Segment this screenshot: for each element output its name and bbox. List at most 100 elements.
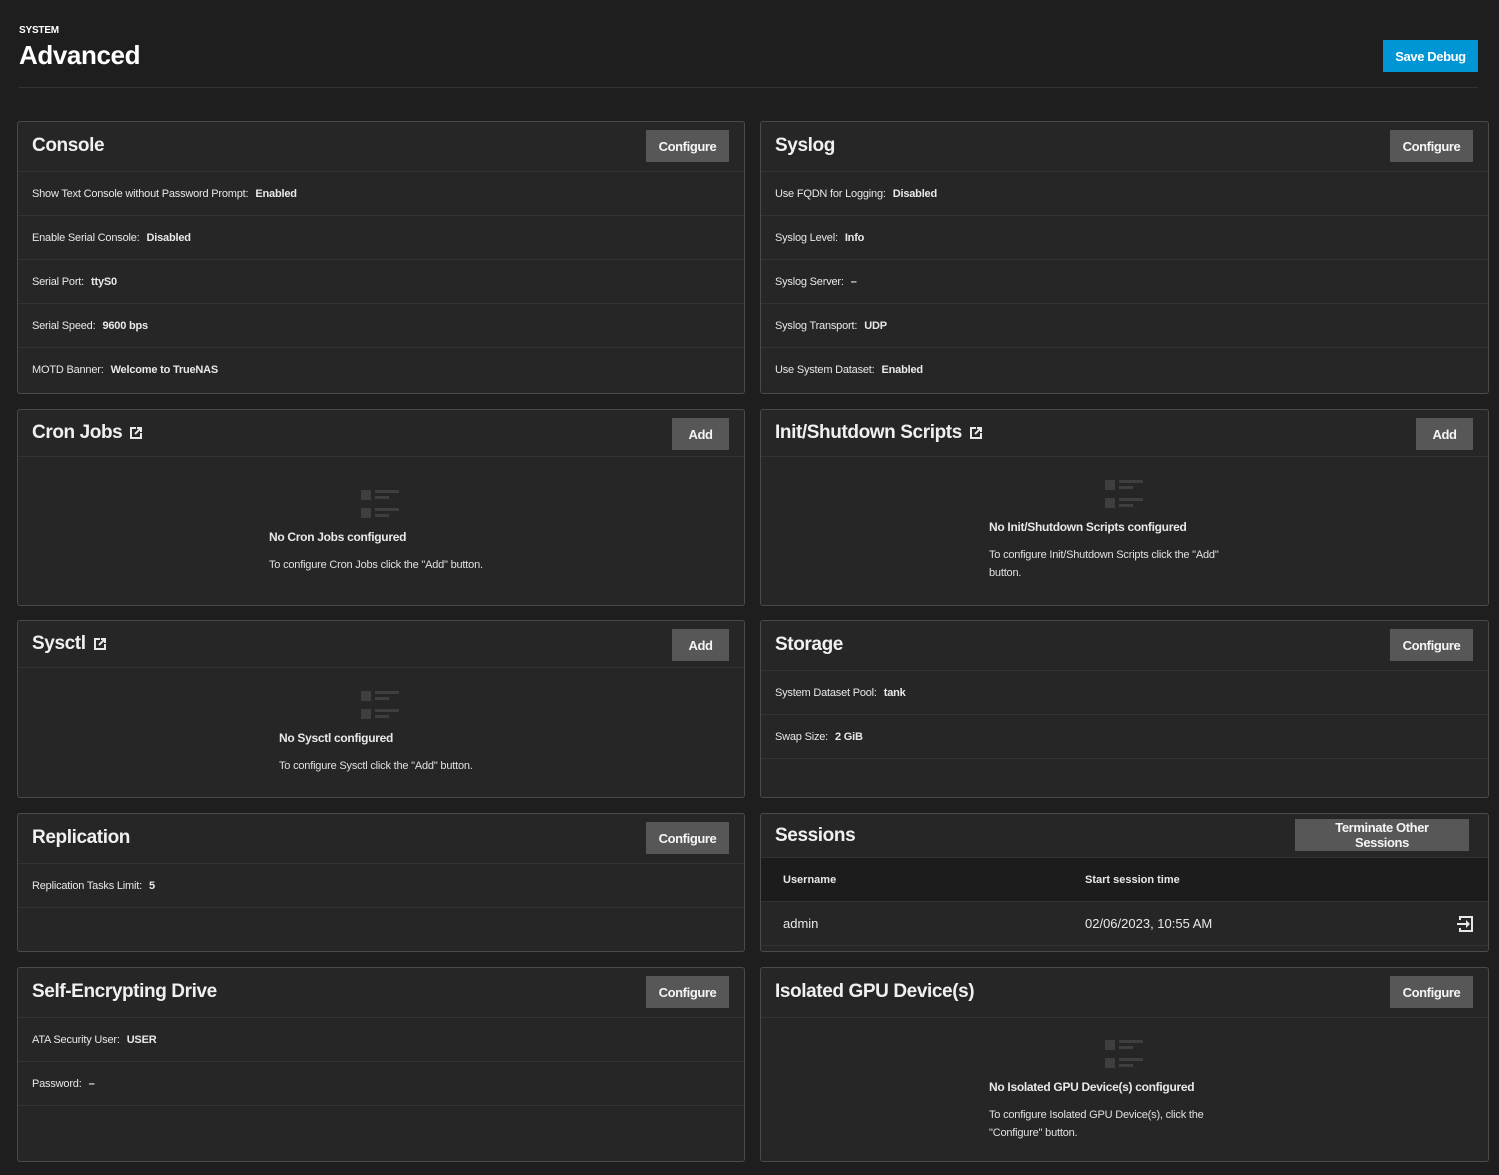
- card-title[interactable]: Sysctl: [32, 633, 108, 655]
- setting-row: System Dataset Pool: tank: [761, 671, 1488, 715]
- setting-label: Password:: [32, 1077, 82, 1090]
- table-row: admin 02/06/2023, 10:55 AM: [761, 902, 1488, 946]
- empty-title: No Sysctl configured: [279, 731, 394, 745]
- empty-message-line: To configure Isolated GPU Device(s), cli…: [989, 1109, 1204, 1121]
- setting-row: Use System Dataset: Enabled: [761, 348, 1488, 392]
- setting-row: Use FQDN for Logging: Disabled: [761, 172, 1488, 216]
- empty-list-icon: [1105, 480, 1145, 512]
- syslog-card: Syslog Configure Use FQDN for Logging: Di…: [760, 121, 1489, 394]
- empty-list-icon: [1105, 1040, 1145, 1072]
- terminate-other-sessions-button[interactable]: Terminate Other Sessions: [1295, 819, 1469, 851]
- init-shutdown-card: Init/Shutdown Scripts Add No Init/Shutdo…: [760, 409, 1489, 606]
- replication-card: Replication Configure Replication Tasks …: [17, 813, 745, 952]
- card-header: Console Configure: [18, 122, 744, 172]
- card-header: Replication Configure: [18, 814, 744, 864]
- console-card: Console Configure Show Text Console with…: [17, 121, 745, 394]
- card-header: Storage Configure: [761, 621, 1488, 671]
- card-header: Self-Encrypting Drive Configure: [18, 968, 744, 1018]
- setting-row: Serial Speed: 9600 bps: [18, 304, 744, 348]
- setting-label: Serial Speed:: [32, 319, 96, 332]
- empty-state: No Isolated GPU Device(s) configured To …: [761, 1040, 1488, 1142]
- cron-jobs-card: Cron Jobs Add No Cron Jobs configured To…: [17, 409, 745, 606]
- sysctl-card: Sysctl Add No Sysctl configured To confi…: [17, 620, 745, 798]
- sessions-table-header: Username Start session time: [761, 858, 1488, 902]
- card-header: Sysctl Add: [18, 621, 744, 668]
- card-header: Sessions Terminate Other Sessions: [761, 814, 1488, 858]
- empty-state: No Init/Shutdown Scripts configured To c…: [761, 480, 1488, 582]
- session-username: admin: [783, 916, 819, 931]
- gpu-configure-button[interactable]: Configure: [1390, 976, 1473, 1008]
- session-start-time: 02/06/2023, 10:55 AM: [1085, 916, 1213, 931]
- card-title: Syslog: [775, 135, 835, 156]
- empty-state: No Sysctl configured To configure Sysctl…: [18, 691, 744, 775]
- setting-label: MOTD Banner:: [32, 364, 104, 376]
- storage-card: Storage Configure System Dataset Pool: ta…: [760, 620, 1489, 798]
- setting-value: USER: [126, 1033, 157, 1046]
- setting-value: –: [850, 275, 857, 288]
- setting-label: Swap Size:: [775, 730, 829, 743]
- setting-row: Syslog Level: Info: [761, 216, 1488, 260]
- setting-value: UDP: [864, 319, 887, 332]
- setting-label: Syslog Transport:: [775, 319, 858, 332]
- setting-row: ATA Security User: USER: [18, 1018, 744, 1062]
- page-header: SYSTEM Advanced Save Debug: [19, 0, 1478, 88]
- setting-row: Replication Tasks Limit: 5: [18, 864, 744, 908]
- column-header-start-time[interactable]: Start session time: [1085, 874, 1180, 886]
- empty-message-line: "Configure" button.: [989, 1127, 1078, 1139]
- setting-label: Use System Dataset:: [775, 364, 875, 376]
- replication-configure-button[interactable]: Configure: [646, 822, 729, 854]
- setting-label: Serial Port:: [32, 275, 85, 288]
- setting-value: –: [88, 1077, 95, 1090]
- empty-message: To configure Sysctl click the "Add" butt…: [279, 760, 473, 772]
- setting-row: Password: –: [18, 1062, 744, 1106]
- setting-value: 5: [148, 879, 155, 892]
- setting-label: Syslog Level:: [775, 231, 838, 244]
- page-title: Advanced: [19, 40, 141, 70]
- setting-value: Enabled: [255, 187, 297, 200]
- breadcrumb: SYSTEM: [19, 25, 59, 36]
- empty-message-line: To configure Init/Shutdown Scripts click…: [989, 549, 1219, 561]
- setting-value: Info: [844, 231, 865, 244]
- card-header: Isolated GPU Device(s) Configure: [761, 968, 1488, 1018]
- self-encrypting-drive-card: Self-Encrypting Drive Configure ATA Secu…: [17, 967, 745, 1162]
- setting-label: Use FQDN for Logging:: [775, 187, 886, 200]
- card-title[interactable]: Cron Jobs: [32, 422, 144, 444]
- console-configure-button[interactable]: Configure: [646, 130, 729, 162]
- setting-label: Replication Tasks Limit:: [32, 879, 142, 892]
- syslog-configure-button[interactable]: Configure: [1390, 130, 1473, 162]
- open-in-new-icon[interactable]: [968, 425, 984, 441]
- card-title: Self-Encrypting Drive: [32, 981, 217, 1002]
- card-header: Syslog Configure: [761, 122, 1488, 172]
- logout-icon[interactable]: [1456, 914, 1476, 934]
- init-shutdown-add-button[interactable]: Add: [1416, 418, 1473, 450]
- setting-value: 2 GiB: [835, 730, 863, 743]
- sed-configure-button[interactable]: Configure: [646, 976, 729, 1008]
- empty-state: No Cron Jobs configured To configure Cro…: [18, 490, 744, 574]
- empty-list-icon: [361, 691, 401, 723]
- card-header: Cron Jobs Add: [18, 410, 744, 457]
- setting-row: Syslog Server: –: [761, 260, 1488, 304]
- setting-row: MOTD Banner: Welcome to TrueNAS: [18, 348, 744, 392]
- open-in-new-icon[interactable]: [128, 425, 144, 441]
- card-title: Storage: [775, 634, 843, 655]
- empty-title: No Cron Jobs configured: [269, 530, 407, 544]
- setting-label: ATA Security User:: [32, 1033, 120, 1046]
- storage-configure-button[interactable]: Configure: [1390, 629, 1473, 661]
- setting-row: Serial Port: ttyS0: [18, 260, 744, 304]
- column-header-username[interactable]: Username: [783, 874, 836, 886]
- cron-jobs-add-button[interactable]: Add: [672, 418, 729, 450]
- card-title: Console: [32, 135, 105, 156]
- open-in-new-icon[interactable]: [92, 636, 108, 652]
- card-title-text: Sysctl: [32, 633, 86, 654]
- setting-row: Swap Size: 2 GiB: [761, 715, 1488, 759]
- setting-value: 9600 bps: [102, 319, 148, 332]
- setting-value: Disabled: [146, 231, 191, 244]
- save-debug-button[interactable]: Save Debug: [1383, 40, 1478, 72]
- setting-row: Syslog Transport: UDP: [761, 304, 1488, 348]
- empty-message: To configure Isolated GPU Device(s), cli…: [989, 1106, 1204, 1142]
- sysctl-add-button[interactable]: Add: [672, 629, 729, 661]
- setting-value: ttyS0: [91, 275, 117, 288]
- card-title[interactable]: Init/Shutdown Scripts: [775, 422, 984, 444]
- empty-message: To configure Cron Jobs click the "Add" b…: [269, 559, 483, 571]
- empty-message-line: button.: [989, 567, 1022, 579]
